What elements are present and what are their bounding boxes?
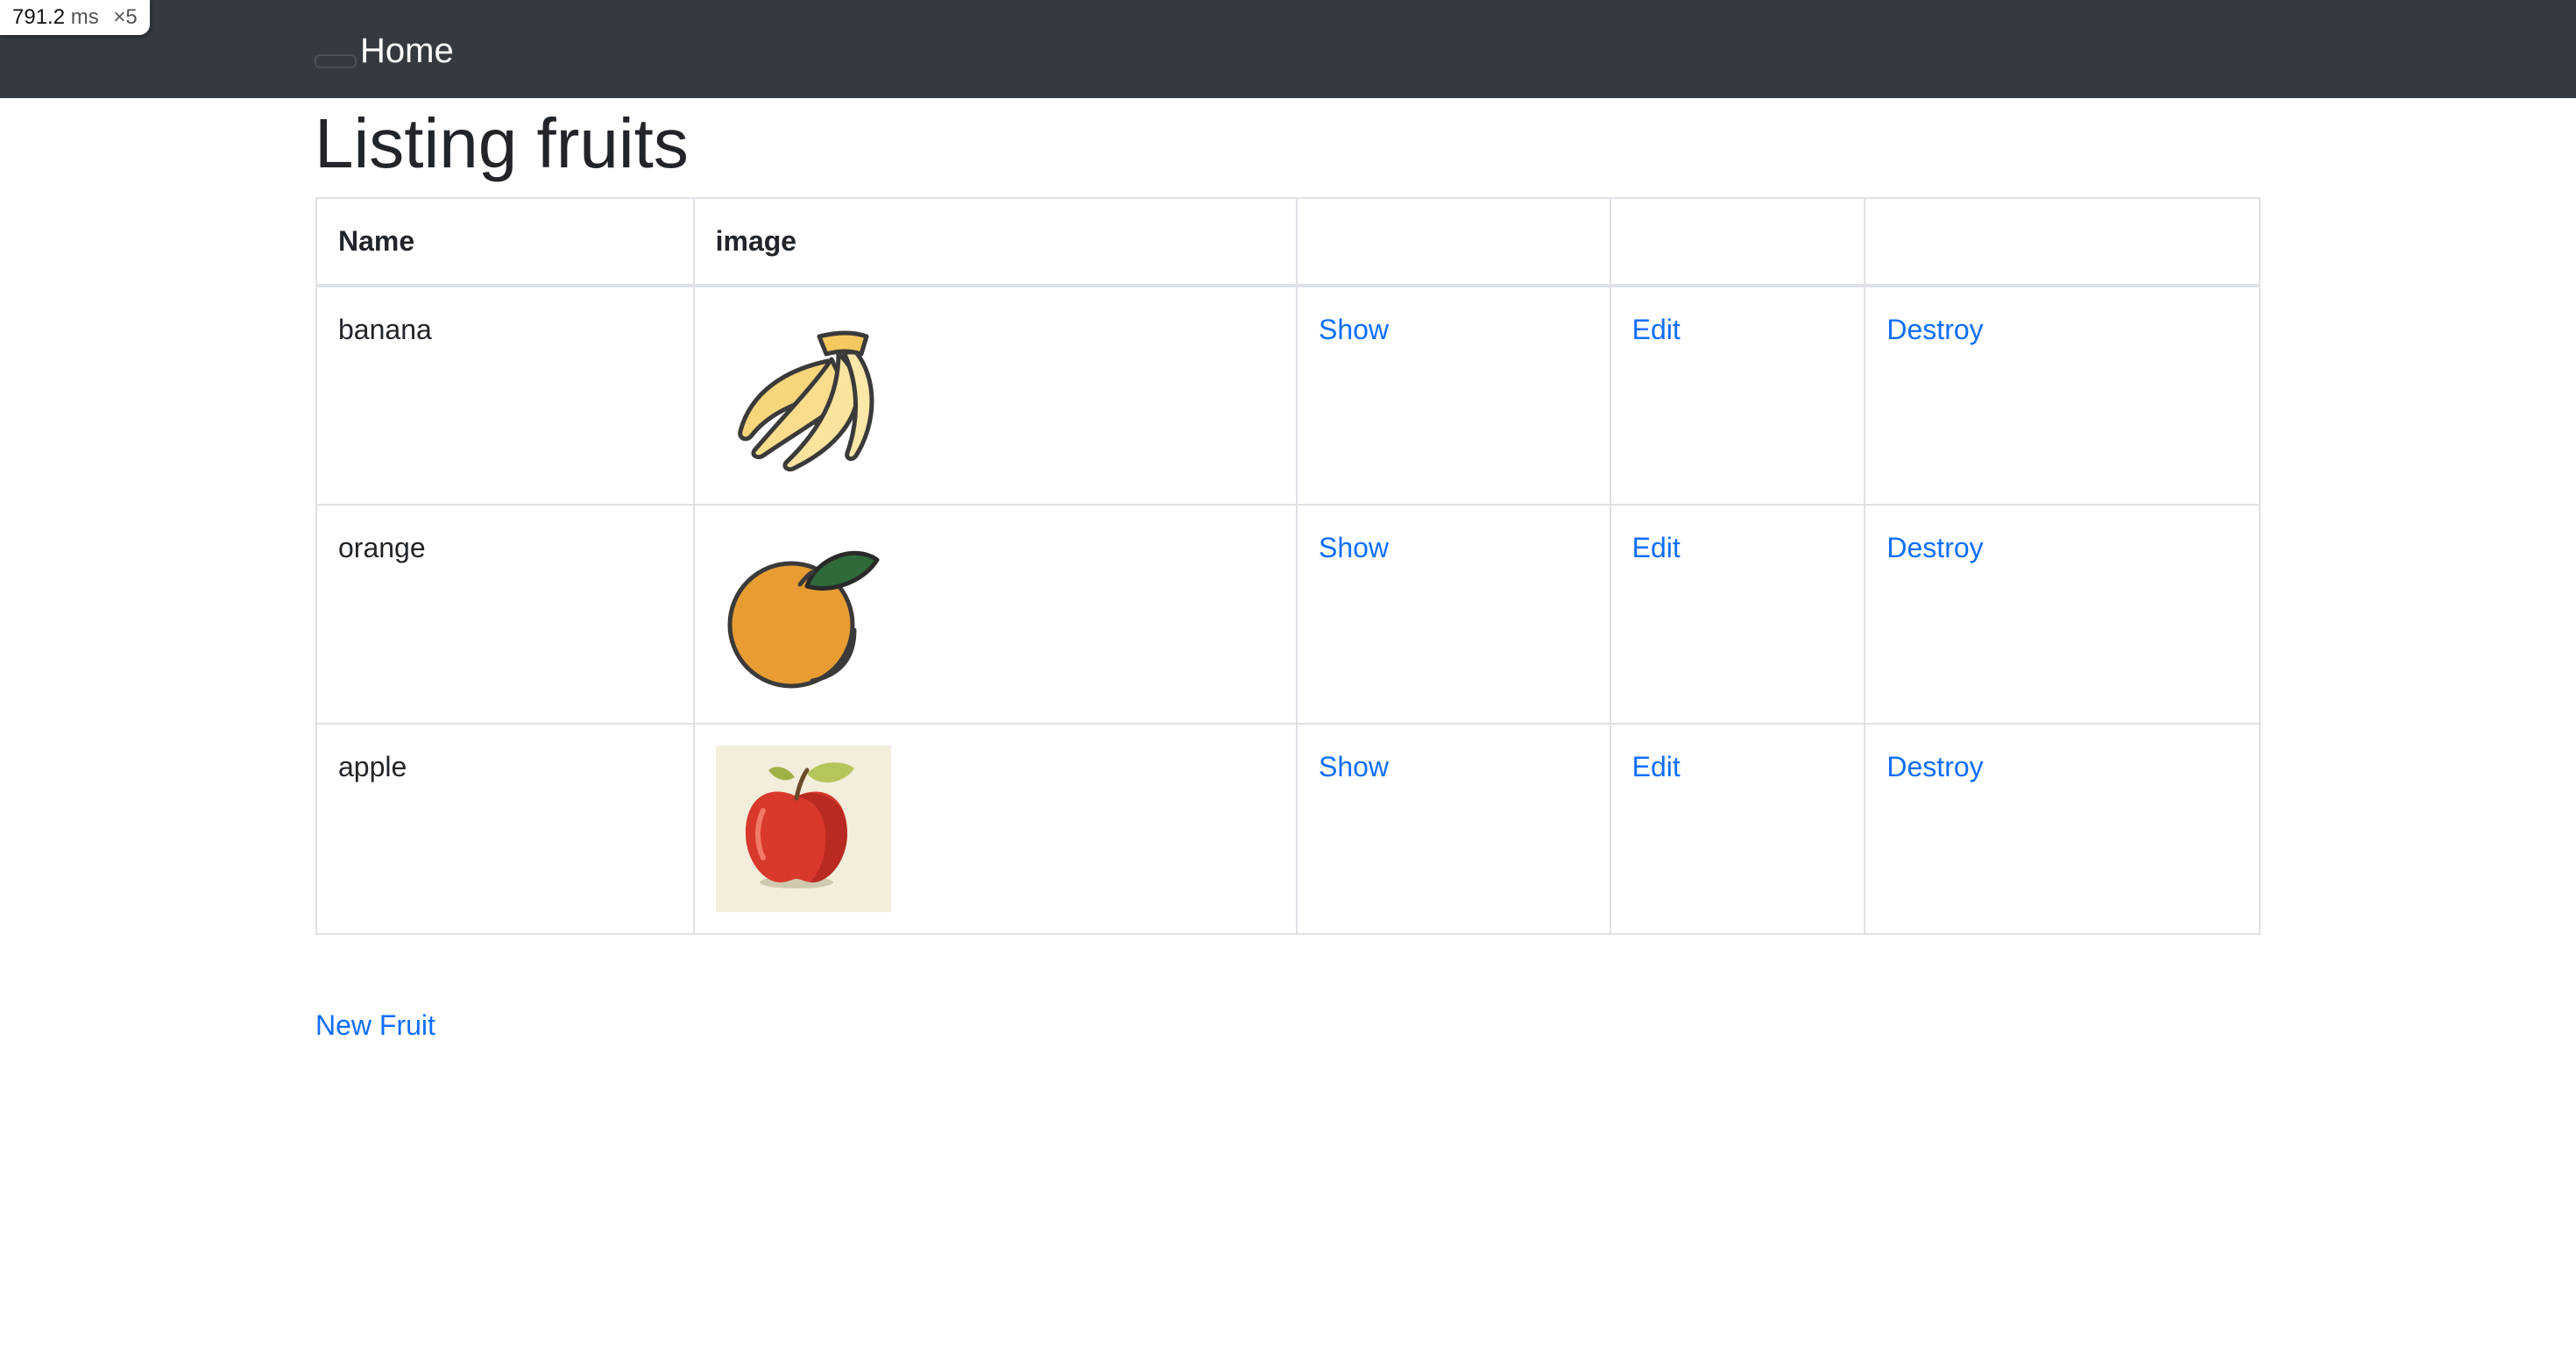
banana-image: [737, 330, 874, 472]
top-navbar: Home: [0, 0, 2576, 98]
column-header-name: Name: [315, 197, 695, 287]
destroy-cell: Destroy: [1864, 285, 2261, 506]
table-header: Name image: [315, 197, 2261, 287]
table-row: orange Show Edit Destroy: [315, 504, 2261, 725]
perf-unit: ms: [70, 5, 99, 29]
show-cell: Show: [1295, 504, 1611, 725]
destroy-cell: Destroy: [1864, 504, 2261, 725]
edit-cell: Edit: [1609, 723, 1866, 935]
edit-cell: Edit: [1609, 285, 1866, 506]
edit-link[interactable]: Edit: [1632, 314, 1681, 345]
perf-value: 791.2: [12, 5, 66, 29]
fruit-image-cell: [692, 504, 1298, 725]
fruit-name-cell: orange: [315, 504, 695, 725]
fruit-image-cell: [692, 285, 1298, 506]
fruit-name-cell: apple: [315, 723, 695, 935]
column-header-show: [1295, 197, 1611, 287]
column-header-edit: [1609, 197, 1866, 287]
destroy-link[interactable]: Destroy: [1886, 751, 1983, 782]
show-link[interactable]: Show: [1319, 314, 1389, 345]
new-fruit-link[interactable]: New Fruit: [315, 1004, 435, 1046]
show-link[interactable]: Show: [1319, 532, 1389, 563]
table-row: apple Show Edit Destroy: [315, 723, 2261, 935]
fruits-table: Name image banana Show Edit Destroy oran…: [315, 197, 2261, 935]
performance-badge: 791.2 ms ×5: [0, 0, 150, 35]
edit-cell: Edit: [1609, 504, 1866, 725]
page-title: Listing fruits: [315, 104, 689, 182]
show-cell: Show: [1295, 285, 1611, 506]
table-row: banana Show Edit Destroy: [315, 285, 2261, 506]
destroy-link[interactable]: Destroy: [1886, 532, 1983, 563]
table-body: banana Show Edit Destroy orange Show Edi…: [315, 285, 2261, 935]
perf-multiplier: ×5: [113, 5, 138, 29]
show-link[interactable]: Show: [1319, 751, 1389, 782]
destroy-cell: Destroy: [1864, 723, 2261, 935]
show-cell: Show: [1295, 723, 1611, 935]
fruit-name-cell: banana: [315, 285, 695, 506]
edit-link[interactable]: Edit: [1632, 532, 1681, 563]
navbar-toggler-button[interactable]: [315, 54, 357, 68]
edit-link[interactable]: Edit: [1632, 751, 1681, 782]
orange-image: [727, 550, 880, 689]
column-header-image: image: [692, 197, 1298, 287]
fruit-image-cell: [692, 723, 1298, 935]
table-header-row: Name image: [315, 197, 2261, 287]
apple-image: [715, 746, 891, 912]
column-header-destroy: [1864, 197, 2261, 287]
destroy-link[interactable]: Destroy: [1886, 314, 1983, 345]
home-link[interactable]: Home: [360, 26, 454, 75]
